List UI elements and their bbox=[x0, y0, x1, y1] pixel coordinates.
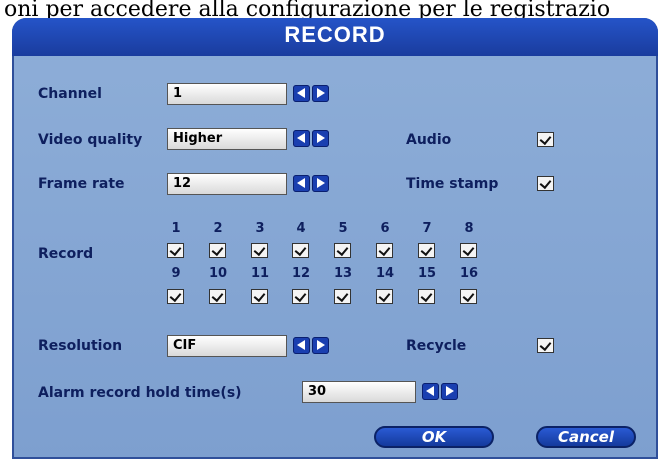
record-checkbox[interactable] bbox=[209, 243, 226, 258]
record-channel-number: 2 bbox=[213, 221, 223, 236]
record-channel-number: 14 bbox=[375, 266, 395, 281]
recycle-label: Recycle bbox=[406, 338, 467, 354]
record-channel-number: 7 bbox=[422, 221, 432, 236]
record-checkbox[interactable] bbox=[334, 243, 351, 258]
video-quality-next-arrow-icon[interactable] bbox=[312, 130, 329, 147]
record-checkbox[interactable] bbox=[209, 289, 226, 304]
frame-rate-next-arrow-icon[interactable] bbox=[312, 175, 329, 192]
ok-button[interactable]: OK bbox=[374, 426, 494, 448]
resolution-next-arrow-icon[interactable] bbox=[312, 337, 329, 354]
record-checkbox[interactable] bbox=[376, 289, 393, 304]
video-quality-prev-arrow-icon[interactable] bbox=[293, 130, 310, 147]
alarm-hold-next-arrow-icon[interactable] bbox=[441, 383, 458, 400]
recycle-checkbox[interactable] bbox=[537, 338, 554, 353]
record-channel-number: 1 bbox=[171, 221, 181, 236]
record-channel-number: 12 bbox=[291, 266, 311, 281]
record-channel-number: 6 bbox=[380, 221, 390, 236]
record-channel-number: 4 bbox=[296, 221, 306, 236]
video-quality-field[interactable]: Higher bbox=[167, 128, 287, 150]
dialog-title: RECORD bbox=[284, 22, 386, 47]
record-channel-number: 8 bbox=[464, 221, 474, 236]
frame-rate-field[interactable]: 12 bbox=[167, 173, 287, 195]
record-checkbox[interactable] bbox=[251, 289, 268, 304]
alarm-hold-time-label: Alarm record hold time(s) bbox=[38, 385, 242, 401]
record-checkbox[interactable] bbox=[251, 243, 268, 258]
record-channel-number: 15 bbox=[417, 266, 437, 281]
record-checkbox[interactable] bbox=[376, 243, 393, 258]
cancel-button[interactable]: Cancel bbox=[536, 426, 636, 448]
record-channel-number: 5 bbox=[338, 221, 348, 236]
record-checkbox[interactable] bbox=[167, 243, 184, 258]
record-checkbox[interactable] bbox=[334, 289, 351, 304]
channel-label: Channel bbox=[38, 86, 102, 102]
frame-rate-prev-arrow-icon[interactable] bbox=[293, 175, 310, 192]
record-channel-number: 9 bbox=[171, 266, 181, 281]
resolution-label: Resolution bbox=[38, 338, 123, 354]
record-checkbox[interactable] bbox=[418, 243, 435, 258]
resolution-prev-arrow-icon[interactable] bbox=[293, 337, 310, 354]
time-stamp-checkbox[interactable] bbox=[537, 176, 554, 191]
audio-checkbox[interactable] bbox=[537, 132, 554, 147]
record-channel-number: 11 bbox=[250, 266, 270, 281]
video-quality-label: Video quality bbox=[38, 132, 143, 148]
record-channel-number: 10 bbox=[208, 266, 228, 281]
resolution-field[interactable]: CIF bbox=[167, 335, 287, 357]
record-channel-number: 16 bbox=[459, 266, 479, 281]
audio-label: Audio bbox=[406, 132, 452, 148]
alarm-hold-prev-arrow-icon[interactable] bbox=[422, 383, 439, 400]
record-dialog: RECORD Channel 1 Video quality Higher Au… bbox=[12, 18, 658, 459]
record-channel-number: 3 bbox=[255, 221, 265, 236]
channel-prev-arrow-icon[interactable] bbox=[293, 85, 310, 102]
alarm-hold-time-field[interactable]: 30 bbox=[302, 381, 416, 403]
record-checkbox[interactable] bbox=[460, 243, 477, 258]
record-checkbox[interactable] bbox=[292, 289, 309, 304]
record-checkbox[interactable] bbox=[460, 289, 477, 304]
frame-rate-label: Frame rate bbox=[38, 176, 125, 192]
channel-next-arrow-icon[interactable] bbox=[312, 85, 329, 102]
record-checkbox[interactable] bbox=[167, 289, 184, 304]
title-bar: RECORD bbox=[12, 18, 658, 56]
record-checkbox[interactable] bbox=[292, 243, 309, 258]
time-stamp-label: Time stamp bbox=[406, 176, 499, 192]
record-checkbox[interactable] bbox=[418, 289, 435, 304]
record-channel-number: 13 bbox=[333, 266, 353, 281]
channel-field[interactable]: 1 bbox=[167, 83, 287, 105]
record-label: Record bbox=[38, 246, 94, 262]
